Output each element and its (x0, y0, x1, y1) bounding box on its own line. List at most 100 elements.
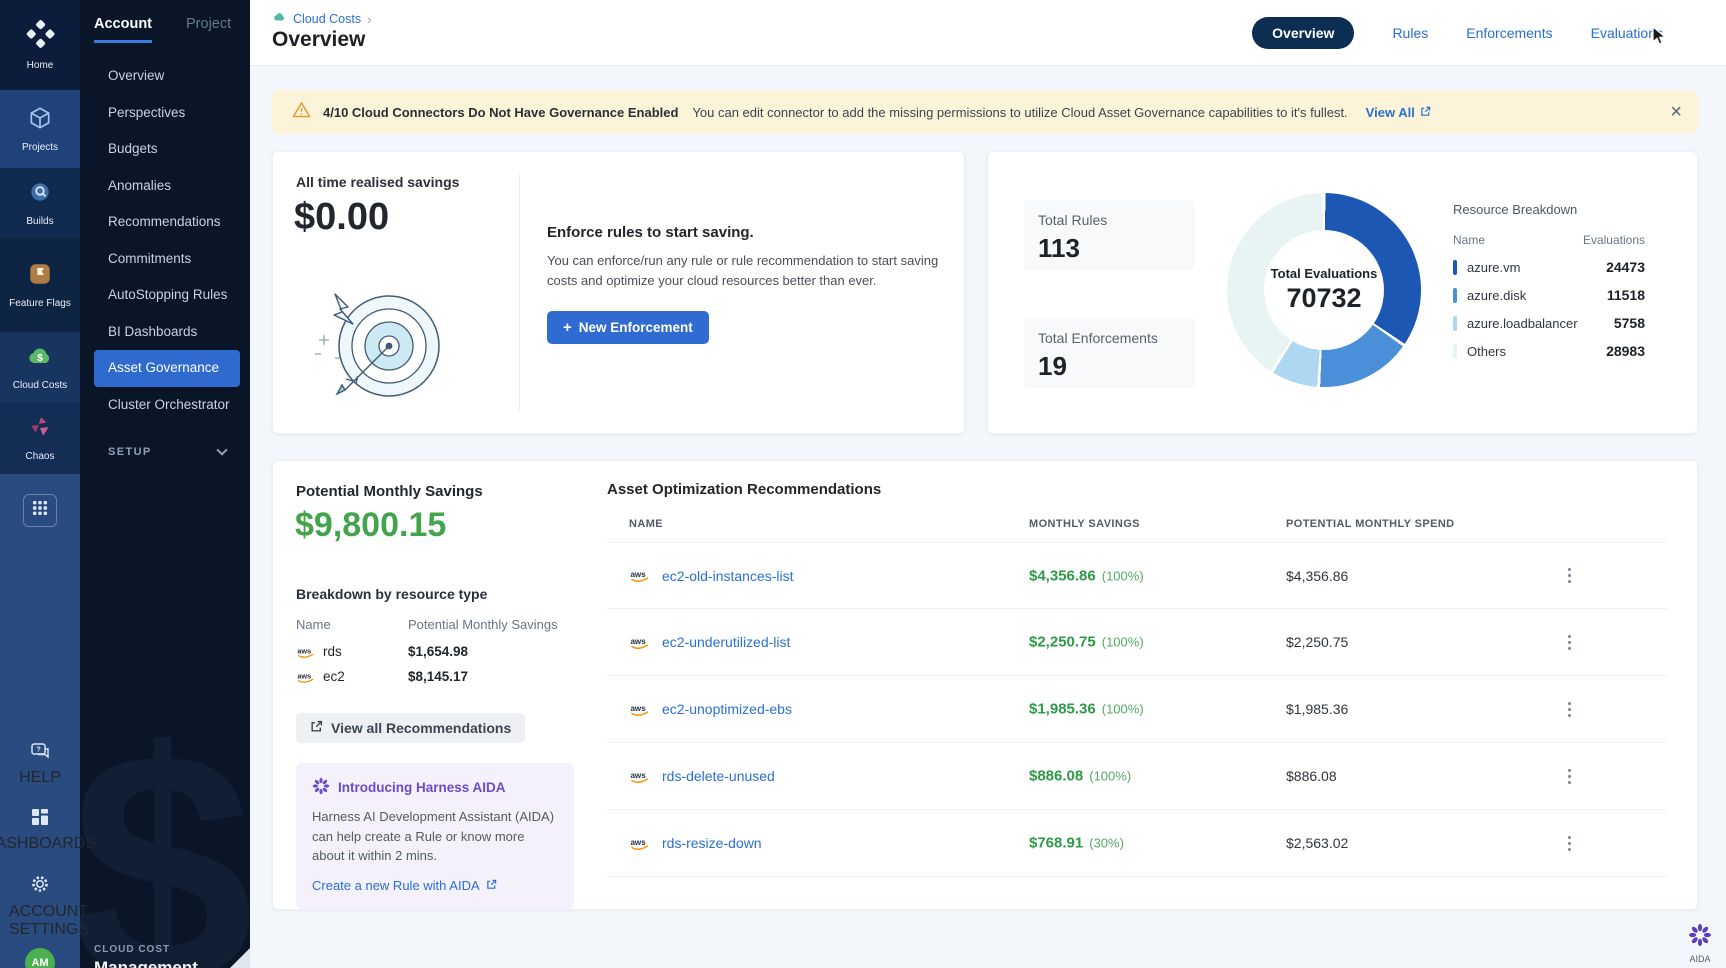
kebab-menu-icon[interactable] (1557, 630, 1581, 654)
aida-fab-label: AIDA (1689, 954, 1710, 964)
rail-label: HELP (19, 769, 61, 787)
warning-icon (292, 101, 311, 123)
sidebar-item-commitments[interactable]: Commitments (80, 241, 250, 278)
feature-flags-icon (27, 261, 53, 292)
stat-label: Total Enforcements (1038, 330, 1181, 346)
legend-row: azure.vm 24473 (1453, 259, 1645, 275)
svg-text:aws: aws (630, 636, 646, 645)
rail-bottom-section: ? HELP DASHBOARDS ACCOUNT SETTINGS AM (0, 474, 80, 968)
table-row: aws ec2-old-instances-list $4,356.86(100… (607, 542, 1667, 609)
rail-item-home[interactable]: Home (0, 0, 80, 90)
rule-link[interactable]: ec2-old-instances-list (662, 568, 794, 584)
target-illustration (305, 282, 443, 413)
aida-fab-button[interactable]: AIDA (1688, 923, 1712, 964)
rule-link[interactable]: rds-resize-down (662, 835, 762, 851)
tab-enforcements[interactable]: Enforcements (1466, 25, 1552, 41)
breakdown-row-ec2: aws ec2 $8,145.17 (296, 669, 586, 684)
savings-value: $0.00 (294, 196, 389, 239)
legend-title: Resource Breakdown (1453, 202, 1645, 217)
cloud-costs-icon: $ (26, 343, 54, 374)
sidebar-item-overview[interactable]: Overview (80, 58, 250, 95)
kebab-menu-icon[interactable] (1557, 764, 1581, 788)
sidebar-item-autostopping-rules[interactable]: AutoStopping Rules (80, 277, 250, 314)
tab-evaluations[interactable]: Evaluations (1591, 25, 1663, 41)
scope-tab-account[interactable]: Account (94, 16, 152, 43)
close-icon[interactable]: × (1670, 102, 1682, 122)
sidebar-item-budgets[interactable]: Budgets (80, 131, 250, 168)
rule-link[interactable]: rds-delete-unused (662, 768, 775, 784)
tab-rules[interactable]: Rules (1392, 25, 1428, 41)
stat-value: 113 (1038, 233, 1181, 264)
kebab-menu-icon[interactable] (1557, 697, 1581, 721)
chevron-down-icon (216, 444, 227, 455)
sidebar-item-cluster-orchestrator[interactable]: Cluster Orchestrator (80, 387, 250, 424)
aws-icon: aws (629, 568, 651, 583)
cta-body: You can enforce/run any rule or rule rec… (547, 251, 947, 291)
sidebar-item-asset-governance[interactable]: Asset Governance (94, 350, 240, 387)
rail-item-feature-flags[interactable]: Feature Flags (0, 238, 80, 332)
rail-item-projects[interactable]: Projects (0, 90, 80, 168)
dashboards-icon (31, 808, 49, 831)
external-link-icon (486, 878, 497, 893)
total-enforcements-stat: Total Enforcements 19 (1024, 318, 1195, 388)
cloud-costs-breadcrumb-icon (272, 10, 287, 28)
total-rules-stat: Total Rules 113 (1024, 200, 1195, 270)
breakdown-row-rds: aws rds $1,654.98 (296, 644, 586, 659)
stat-value: 19 (1038, 351, 1181, 382)
aida-create-rule-link[interactable]: Create a new Rule with AIDA (312, 878, 497, 893)
aws-icon: aws (296, 670, 316, 684)
kebab-menu-icon[interactable] (1557, 564, 1581, 588)
table-row: aws ec2-unoptimized-ebs $1,985.36(100%) … (607, 676, 1667, 743)
rule-link[interactable]: ec2-unoptimized-ebs (662, 701, 792, 717)
sidebar-item-perspectives[interactable]: Perspectives (80, 95, 250, 132)
aws-icon: aws (629, 769, 651, 784)
view-all-recommendations-button[interactable]: View all Recommendations (296, 713, 525, 743)
tab-overview[interactable]: Overview (1252, 17, 1354, 49)
view-all-recommendations-label: View all Recommendations (331, 720, 511, 736)
rail-label: DASHBOARDS (0, 835, 96, 853)
scope-tab-project[interactable]: Project (186, 16, 231, 43)
chaos-icon (27, 414, 53, 445)
table-row: aws rds-resize-down $768.91(30%) $2,563.… (607, 810, 1667, 877)
kebab-menu-icon[interactable] (1557, 831, 1581, 855)
module-browser-button[interactable] (23, 494, 57, 527)
user-avatar[interactable]: AM (25, 948, 55, 968)
breakdown-subtitle: Breakdown by resource type (296, 586, 487, 602)
plus-icon (563, 319, 572, 336)
aida-flower-icon (312, 777, 330, 798)
new-enforcement-button[interactable]: New Enforcement (547, 311, 709, 344)
builds-icon (27, 179, 53, 210)
account-settings-button[interactable]: ACCOUNT SETTINGS (0, 874, 80, 939)
legend-row: azure.loadbalancer 5758 (1453, 315, 1645, 331)
svg-text:aws: aws (630, 703, 646, 712)
help-button[interactable]: ? HELP (0, 742, 80, 787)
rail-label: Builds (26, 216, 53, 228)
evaluations-donut-chart: Total Evaluations 70732 (1227, 193, 1421, 387)
sidebar-item-bi-dashboards[interactable]: BI Dashboards (80, 314, 250, 351)
rule-link[interactable]: ec2-underutilized-list (662, 634, 790, 650)
sidebar-collapse-handle[interactable] (230, 948, 250, 968)
aida-flower-icon (1688, 923, 1712, 952)
aws-icon: aws (296, 645, 316, 659)
main-area: Cloud Costs › Overview Overview Rules En… (250, 0, 1726, 968)
svg-text:?: ? (36, 745, 41, 754)
breadcrumb-link-cloud-costs[interactable]: Cloud Costs (293, 12, 361, 26)
sidebar-setup-toggle[interactable]: SETUP (80, 446, 250, 458)
help-chat-icon: ? (30, 742, 50, 765)
legend-swatch (1453, 344, 1457, 359)
svg-text:aws: aws (630, 570, 646, 579)
rail-item-chaos[interactable]: Chaos (0, 402, 80, 474)
footer-module-name: Management (94, 958, 198, 968)
sidebar-item-recommendations[interactable]: Recommendations (80, 204, 250, 241)
rail-item-cloud-costs[interactable]: $ Cloud Costs (0, 332, 80, 402)
potential-savings-value: $9,800.15 (295, 506, 446, 545)
cta-title: Enforce rules to start saving. (547, 224, 947, 241)
banner-message: You can edit connector to add the missin… (692, 105, 1347, 120)
table-row: aws ec2-underutilized-list $2,250.75(100… (607, 609, 1667, 676)
legend-swatch (1453, 260, 1457, 275)
rail-item-builds[interactable]: Builds (0, 168, 80, 238)
legend-swatch (1453, 316, 1457, 331)
sidebar-item-anomalies[interactable]: Anomalies (80, 168, 250, 205)
dashboards-button[interactable]: DASHBOARDS (0, 808, 80, 853)
banner-view-all-link[interactable]: View All (1366, 105, 1431, 120)
